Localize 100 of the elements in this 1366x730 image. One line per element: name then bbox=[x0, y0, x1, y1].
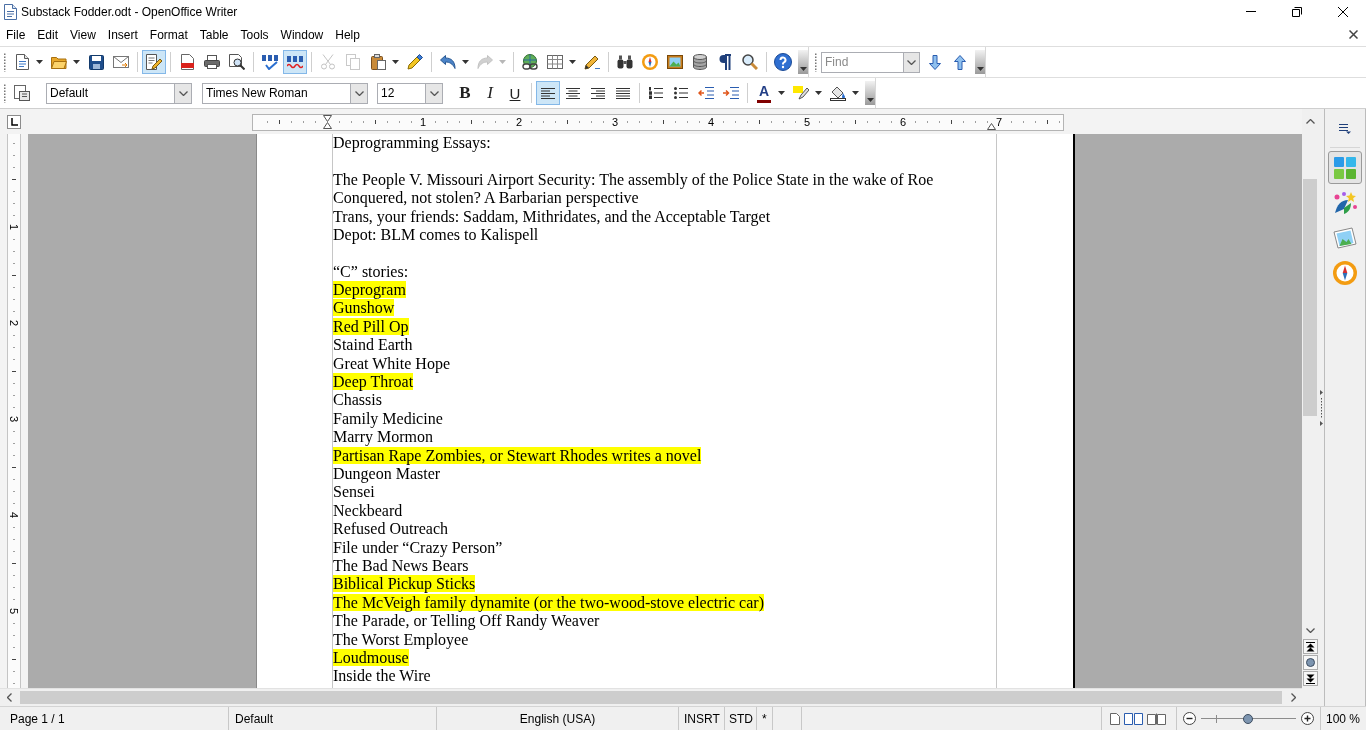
dropdown-button[interactable] bbox=[903, 51, 920, 73]
text-line: The Parade, or Telling Off Randy Weaver bbox=[333, 612, 600, 630]
arrow-down-icon bbox=[929, 54, 941, 70]
cubes-icon bbox=[1333, 155, 1357, 180]
page-style: Default bbox=[235, 711, 274, 726]
chevron-down-icon bbox=[354, 90, 364, 96]
toolbar-options-button[interactable] bbox=[798, 50, 808, 74]
selection-mode: STD bbox=[729, 711, 753, 726]
ruler-number: 3 bbox=[611, 116, 619, 129]
menu-item[interactable]: Tools bbox=[234, 25, 275, 44]
text-line: Staind Earth bbox=[333, 336, 413, 354]
font-name-field[interactable]: Times New Roman bbox=[202, 82, 368, 104]
paint-bucket-icon bbox=[830, 85, 846, 101]
menu-item[interactable]: Help bbox=[329, 25, 366, 44]
text-line: Marry Mormon bbox=[333, 428, 433, 446]
window-title: Substack Fodder.odt - OpenOffice Writer bbox=[21, 4, 239, 19]
text-line: Sensei bbox=[333, 483, 375, 501]
auto-spellcheck-button[interactable] bbox=[283, 50, 307, 74]
highlighter-icon bbox=[793, 86, 809, 100]
underline-button[interactable]: U bbox=[503, 81, 527, 105]
indent-marker-icon[interactable] bbox=[323, 115, 332, 129]
compass-icon bbox=[1333, 260, 1357, 285]
text-line: Conquered, not stolen? A Barbarian perspective bbox=[333, 189, 639, 207]
ruler-number: 1 bbox=[419, 116, 427, 129]
close-icon bbox=[1348, 30, 1358, 39]
grip-icon bbox=[3, 83, 6, 103]
font-size-field[interactable]: 12 bbox=[377, 82, 443, 104]
zoom-percentage: 100 % bbox=[1326, 711, 1361, 726]
menu-item[interactable]: Edit bbox=[31, 25, 65, 44]
menu-item[interactable]: Format bbox=[143, 25, 194, 44]
close-icon bbox=[1338, 6, 1348, 17]
bold-button[interactable]: B bbox=[453, 81, 477, 105]
text-line: Family Medicine bbox=[333, 409, 443, 427]
text-line: “C” stories: bbox=[333, 262, 409, 280]
text-line: Deprogramming Essays: bbox=[333, 133, 491, 151]
text-line: Refused Outreach bbox=[333, 520, 449, 538]
double-arrow-down-icon bbox=[1305, 673, 1315, 684]
double-arrow-up-icon bbox=[1305, 641, 1315, 652]
chevron-right-icon bbox=[1290, 693, 1296, 702]
dropdown-button[interactable] bbox=[425, 83, 442, 103]
caret-icon bbox=[976, 67, 984, 71]
language: English (USA) bbox=[519, 711, 596, 726]
toolbar-options-button[interactable] bbox=[975, 50, 985, 74]
scrollbar-thumb[interactable] bbox=[20, 691, 1282, 704]
minus-circle-icon bbox=[1183, 712, 1196, 725]
menu-item[interactable]: View bbox=[64, 25, 102, 44]
ruler-number: 3 bbox=[8, 415, 20, 422]
menu-item[interactable]: Table bbox=[193, 25, 235, 44]
next-page-button[interactable] bbox=[1302, 671, 1318, 686]
align-left-button[interactable] bbox=[536, 81, 560, 105]
chevron-down-icon bbox=[429, 90, 439, 96]
tab-stop-button[interactable] bbox=[7, 115, 21, 129]
ruler-number: 2 bbox=[515, 116, 523, 129]
text-line: Depot: BLM comes to Kalispell bbox=[333, 225, 539, 243]
indent-marker-icon[interactable] bbox=[987, 123, 996, 130]
insert-mode: INSRT bbox=[684, 711, 720, 726]
chevron-down-icon bbox=[907, 59, 916, 65]
paragraph-style-field[interactable]: Default bbox=[46, 82, 192, 104]
arrow-up-icon bbox=[954, 54, 966, 70]
color-bar-icon bbox=[757, 100, 771, 103]
text-line: File under “Crazy Person” bbox=[333, 538, 503, 556]
chevron-up-icon bbox=[1305, 118, 1315, 124]
ruler-number: 5 bbox=[803, 116, 811, 129]
ruler-number: 7 bbox=[995, 116, 1003, 129]
menu-icon bbox=[1339, 124, 1351, 134]
grip-icon bbox=[3, 52, 6, 72]
text-line: Neckbeard bbox=[333, 501, 403, 519]
minimize-icon bbox=[1246, 11, 1256, 12]
font-color-button[interactable]: A bbox=[752, 81, 788, 105]
menu-item[interactable]: Insert bbox=[101, 25, 144, 44]
ruler-number: 1 bbox=[8, 223, 20, 230]
text-line: Trans, your friends: Saddam, Mithridates, and the Acceptable Target bbox=[333, 207, 771, 225]
ruler-number: 6 bbox=[899, 116, 907, 129]
text-line: Inside the Wire bbox=[333, 667, 431, 685]
toolbar-options-button[interactable] bbox=[865, 81, 875, 105]
zoom-in-button[interactable] bbox=[1300, 709, 1315, 728]
book-icon bbox=[1147, 712, 1166, 725]
text-line: Great White Hope bbox=[333, 354, 450, 372]
text-line: Chassis bbox=[333, 391, 382, 409]
splitter-grip-icon bbox=[1319, 389, 1323, 426]
picture-icon bbox=[1333, 226, 1357, 249]
navigation-button[interactable] bbox=[1302, 655, 1318, 670]
zoom-out-button[interactable] bbox=[1182, 709, 1197, 728]
dropdown-button[interactable] bbox=[174, 83, 191, 103]
ruler-number: 5 bbox=[8, 607, 20, 614]
grip-icon bbox=[814, 52, 817, 72]
italic-button[interactable]: I bbox=[478, 81, 502, 105]
dropdown-button[interactable] bbox=[350, 83, 367, 103]
scrollbar-thumb[interactable] bbox=[1303, 179, 1317, 416]
previous-page-button[interactable] bbox=[1302, 639, 1318, 654]
caret-icon bbox=[799, 67, 807, 71]
menu-item[interactable]: File bbox=[0, 25, 32, 44]
ruler-number: 4 bbox=[707, 116, 715, 129]
slider-thumb[interactable] bbox=[1242, 713, 1253, 724]
menu-item[interactable]: Window bbox=[274, 25, 330, 44]
chevron-down-icon bbox=[178, 90, 188, 96]
caret-icon bbox=[866, 98, 874, 102]
circle-icon bbox=[1305, 658, 1315, 667]
find-field[interactable]: Find bbox=[821, 51, 903, 73]
two-page-icon bbox=[1124, 712, 1143, 725]
